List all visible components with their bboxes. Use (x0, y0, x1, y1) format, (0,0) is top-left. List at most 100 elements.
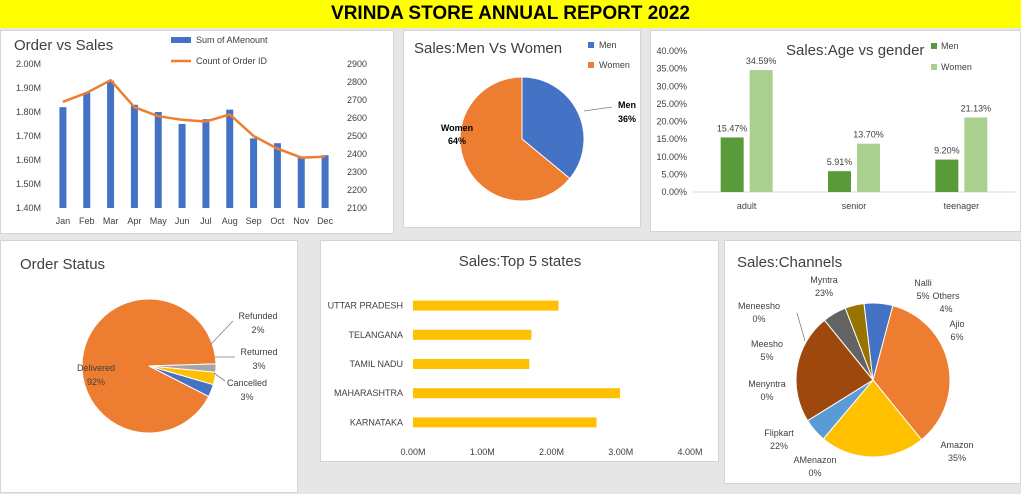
x-tick: Nov (293, 216, 310, 226)
y-tick: KARNATAKA (350, 417, 403, 427)
data-label: 13.70% (853, 130, 884, 140)
order-status-chart: Order Status Delivered 92% Refunded 2% Return… (20, 256, 278, 434)
y-tick: 15.00% (656, 134, 687, 144)
data-label: 2% (251, 325, 264, 335)
data-label: Delivered (77, 363, 115, 373)
data-label: 15.47% (717, 123, 748, 133)
x-tick: 3.00M (608, 447, 633, 457)
y-tick-right: 2700 (347, 95, 367, 105)
leader-line (213, 372, 226, 382)
bar (413, 359, 530, 369)
y-tick-left: 1.60M (16, 155, 41, 165)
y-tick: 25.00% (656, 99, 687, 109)
x-tick: 4.00M (677, 447, 702, 457)
bar (130, 104, 138, 208)
bar (297, 157, 305, 208)
y-tick-left: 2.00M (16, 59, 41, 69)
y-tick: 10.00% (656, 152, 687, 162)
x-tick: 2.00M (539, 447, 564, 457)
legend-swatch-men (588, 42, 594, 48)
bar-women (749, 70, 773, 192)
y-tick: 5.00% (661, 169, 687, 179)
y-tick-left: 1.40M (16, 203, 41, 213)
data-label: 35% (948, 453, 966, 463)
data-label: 34.59% (746, 56, 777, 66)
x-tick: Oct (270, 216, 285, 226)
y-tick-left: 1.70M (16, 131, 41, 141)
legend-label: Count of Order ID (196, 56, 268, 66)
leader-line (796, 312, 806, 342)
data-label: 36% (618, 114, 636, 124)
chart-title: Sales:Age vs gender (786, 42, 924, 59)
x-tick: teenager (944, 201, 980, 211)
legend-label: Men (941, 41, 959, 51)
legend-label: Men (599, 40, 617, 50)
x-tick: 0.00M (400, 447, 425, 457)
x-tick: senior (842, 201, 867, 211)
bar (413, 388, 621, 399)
x-tick: Apr (127, 216, 141, 226)
chart-title: Order vs Sales (14, 37, 113, 54)
y-tick: 35.00% (656, 64, 687, 74)
y-tick-left: 1.90M (16, 83, 41, 93)
y-tick: UTTAR PRADESH (328, 301, 403, 311)
chart-title: Sales:Channels (737, 254, 842, 271)
data-label: 5% (760, 352, 773, 362)
legend-swatch-women (588, 62, 594, 68)
leader-line (583, 106, 613, 112)
x-tick: Jun (175, 216, 190, 226)
x-tick: Dec (317, 216, 334, 226)
y-tick-left: 1.50M (16, 179, 41, 189)
data-label: Refunded (238, 311, 277, 321)
legend-swatch-men (931, 43, 937, 49)
y-tick: MAHARASHTRA (334, 388, 403, 398)
bar (250, 138, 258, 208)
y-tick: TAMIL NADU (349, 359, 403, 369)
data-label: Myntra (810, 275, 838, 285)
data-label: 5.91% (827, 157, 853, 167)
y-tick: 0.00% (661, 187, 687, 197)
top-5-states-chart: Sales:Top 5 states 0.00M 1.00M 2.00M 3.00M 4.… (328, 253, 703, 457)
bar-women (964, 117, 988, 192)
x-tick: Jan (56, 216, 71, 226)
order-vs-sales-panel: Order vs Sales Sum of AMenount Count of Or… (0, 30, 394, 234)
data-label: 3% (252, 361, 265, 371)
age-vs-gender-panel: Sales:Age vs gender Men Women 0.00% 5.00% 10.… (650, 30, 1021, 232)
data-label: AMenazon (793, 455, 836, 465)
data-label: 6% (950, 332, 963, 342)
y-tick: 20.00% (656, 117, 687, 127)
legend-swatch-women (931, 64, 937, 70)
data-label: 3% (240, 392, 253, 402)
data-label: Ajio (949, 319, 964, 329)
x-tick: adult (737, 201, 757, 211)
bar-men (935, 159, 959, 192)
data-label: Flipkart (764, 428, 794, 438)
y-tick-right: 2200 (347, 185, 367, 195)
y-tick-left: 1.80M (16, 107, 41, 117)
y-tick: 40.00% (656, 46, 687, 56)
report-title: VRINDA STORE ANNUAL REPORT 2022 (0, 0, 1021, 28)
data-label: 21.13% (961, 104, 992, 114)
x-tick: Aug (222, 216, 238, 226)
bar (413, 417, 597, 428)
chart-title: Sales:Top 5 states (459, 253, 582, 270)
order-status-panel: Order Status Delivered 92% Refunded 2% Return… (0, 240, 298, 493)
bar (413, 300, 559, 311)
bar (154, 112, 162, 208)
bar (226, 109, 234, 208)
x-tick: May (150, 216, 168, 226)
bar (83, 92, 91, 208)
leader-line (210, 320, 234, 345)
x-tick: 1.00M (470, 447, 495, 457)
men-vs-women-panel: Sales:Men Vs Women Men Women Men 36% Women 64% (403, 30, 641, 228)
data-label: Nalli (914, 278, 932, 288)
order-vs-sales-chart: Order vs Sales Sum of AMenount Count of Or… (14, 35, 367, 226)
y-tick-right: 2800 (347, 77, 367, 87)
men-vs-women-chart: Sales:Men Vs Women Men Women Men 36% Women 64% (414, 40, 636, 202)
y-tick-right: 2900 (347, 59, 367, 69)
data-label: Meneesho (738, 301, 780, 311)
bar (321, 155, 329, 208)
y-tick-right: 2500 (347, 131, 367, 141)
data-label: 92% (87, 377, 105, 387)
data-label: Women (441, 123, 473, 133)
